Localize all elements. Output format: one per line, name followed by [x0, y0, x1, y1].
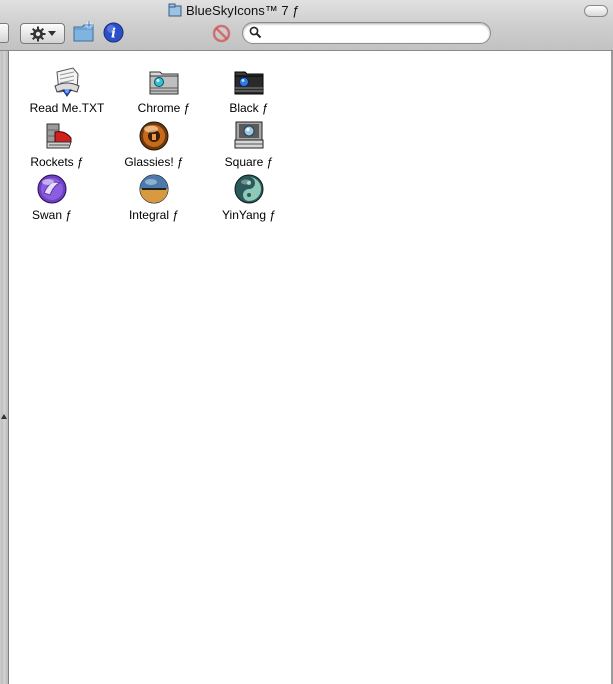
yinyang-folder-icon: [233, 173, 265, 205]
readme-document-icon: [51, 66, 83, 98]
search-field[interactable]: [242, 22, 491, 44]
folder-item-integral[interactable]: Integral ƒ: [106, 173, 202, 227]
swan-folder-icon: [36, 173, 68, 205]
item-label: Chrome ƒ: [137, 101, 191, 115]
stop-icon[interactable]: [212, 24, 231, 43]
integral-folder-icon: [138, 173, 170, 205]
glassies-folder-icon: [138, 120, 170, 152]
get-info-button[interactable]: i: [103, 22, 124, 43]
folder-item-square[interactable]: Square ƒ: [201, 120, 297, 174]
chrome-folder-icon: [148, 66, 180, 98]
new-folder-button[interactable]: [72, 20, 96, 44]
window-title: BlueSkyIcons™ 7 ƒ: [168, 2, 299, 18]
action-menu-button[interactable]: [20, 23, 65, 44]
item-label: Rockets ƒ: [30, 155, 84, 169]
black-folder-icon: [233, 66, 265, 98]
info-icon: i: [103, 22, 124, 43]
gear-icon: [30, 26, 46, 42]
folder-item-swan[interactable]: Swan ƒ: [4, 173, 100, 227]
window-title-text: BlueSkyIcons™ 7 ƒ: [186, 2, 300, 18]
item-label: Glassies! ƒ: [124, 155, 184, 169]
folder-item-black[interactable]: Black ƒ: [201, 66, 297, 120]
square-folder-icon: [233, 120, 265, 152]
new-folder-icon: [72, 20, 96, 44]
file-item-readme[interactable]: Read Me.TXT: [19, 66, 115, 120]
icon-view: Read Me.TXT Chrome ƒ Black ƒ Rockets ƒ G…: [9, 51, 611, 684]
item-label: Read Me.TXT: [29, 101, 105, 115]
folder-item-rockets[interactable]: Rockets ƒ: [9, 120, 105, 174]
left-window-edge: [0, 51, 9, 684]
folder-item-glassies[interactable]: Glassies! ƒ: [106, 120, 202, 174]
search-input[interactable]: [267, 24, 486, 42]
item-label: YinYang ƒ: [221, 208, 277, 222]
svg-text:i: i: [111, 27, 116, 42]
folder-proxy-icon[interactable]: [168, 3, 182, 17]
resize-arrow-icon[interactable]: [1, 414, 7, 419]
item-label: Swan ƒ: [31, 208, 73, 222]
folder-item-yinyang[interactable]: YinYang ƒ: [201, 173, 297, 227]
rockets-folder-icon: [41, 120, 73, 152]
folder-item-chrome[interactable]: Chrome ƒ: [116, 66, 212, 120]
item-label: Square ƒ: [224, 155, 274, 169]
chevron-down-icon: [47, 30, 56, 37]
item-label: Integral ƒ: [128, 208, 180, 222]
back-button[interactable]: [0, 23, 9, 43]
toolbar-toggle-button[interactable]: [584, 5, 608, 17]
search-icon: [249, 26, 262, 39]
item-label: Black ƒ: [229, 101, 269, 115]
window-toolbar: BlueSkyIcons™ 7 ƒ i: [0, 0, 613, 51]
